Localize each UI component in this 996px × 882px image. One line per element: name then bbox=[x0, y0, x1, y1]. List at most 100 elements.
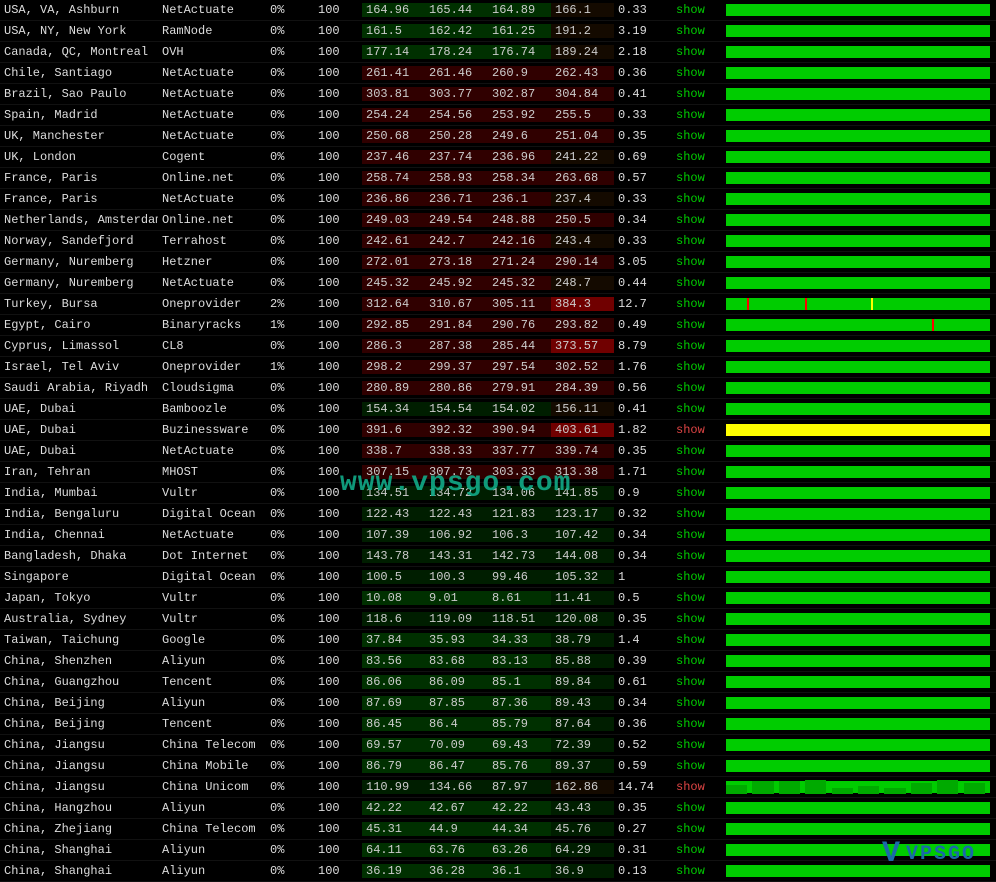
last-cell: 134.51 bbox=[362, 486, 425, 500]
show-link[interactable]: show bbox=[672, 66, 720, 80]
last-cell: 272.01 bbox=[362, 255, 425, 269]
show-link[interactable]: show bbox=[672, 87, 720, 101]
show-link[interactable]: show bbox=[672, 360, 720, 374]
show-link[interactable]: show bbox=[672, 822, 720, 836]
avg-cell: 100.3 bbox=[425, 570, 488, 584]
worst-cell: 89.84 bbox=[551, 675, 614, 689]
location-cell: UAE, Dubai bbox=[0, 402, 158, 416]
show-link[interactable]: show bbox=[672, 738, 720, 752]
show-link[interactable]: show bbox=[672, 507, 720, 521]
last-cell: 64.11 bbox=[362, 843, 425, 857]
show-link[interactable]: show bbox=[672, 108, 720, 122]
logo-v-icon: V bbox=[882, 837, 902, 871]
show-link[interactable]: show bbox=[672, 318, 720, 332]
avg-cell: 303.77 bbox=[425, 87, 488, 101]
show-link[interactable]: show bbox=[672, 612, 720, 626]
show-link[interactable]: show bbox=[672, 465, 720, 479]
show-link[interactable]: show bbox=[672, 780, 720, 794]
show-link[interactable]: show bbox=[672, 864, 720, 878]
provider-cell: NetActuate bbox=[158, 444, 266, 458]
last-cell: 298.2 bbox=[362, 360, 425, 374]
worst-cell: 302.52 bbox=[551, 360, 614, 374]
show-link[interactable]: show bbox=[672, 297, 720, 311]
last-cell: 286.3 bbox=[362, 339, 425, 353]
table-row: China, JiangsuChina Mobile0%10086.7986.4… bbox=[0, 756, 996, 777]
avg-cell: 261.46 bbox=[425, 66, 488, 80]
show-link[interactable]: show bbox=[672, 759, 720, 773]
sent-cell: 100 bbox=[314, 150, 362, 164]
show-link[interactable]: show bbox=[672, 717, 720, 731]
sent-cell: 100 bbox=[314, 234, 362, 248]
provider-cell: Cogent bbox=[158, 150, 266, 164]
show-link[interactable]: show bbox=[672, 402, 720, 416]
show-link[interactable]: show bbox=[672, 192, 720, 206]
show-link[interactable]: show bbox=[672, 591, 720, 605]
sparkline bbox=[726, 318, 990, 332]
sent-cell: 100 bbox=[314, 486, 362, 500]
show-link[interactable]: show bbox=[672, 234, 720, 248]
worst-cell: 243.4 bbox=[551, 234, 614, 248]
best-cell: 242.16 bbox=[488, 234, 551, 248]
sent-cell: 100 bbox=[314, 129, 362, 143]
provider-cell: China Unicom bbox=[158, 780, 266, 794]
last-cell: 86.06 bbox=[362, 675, 425, 689]
provider-cell: Digital Ocean bbox=[158, 570, 266, 584]
stdev-cell: 0.32 bbox=[614, 507, 672, 521]
show-link[interactable]: show bbox=[672, 570, 720, 584]
stdev-cell: 0.41 bbox=[614, 87, 672, 101]
sent-cell: 100 bbox=[314, 675, 362, 689]
loss-cell: 0% bbox=[266, 759, 314, 773]
table-row: China, BeijingAliyun0%10087.6987.8587.36… bbox=[0, 693, 996, 714]
table-row: USA, VA, AshburnNetActuate0%100164.96165… bbox=[0, 0, 996, 21]
show-link[interactable]: show bbox=[672, 213, 720, 227]
avg-cell: 86.4 bbox=[425, 717, 488, 731]
show-link[interactable]: show bbox=[672, 843, 720, 857]
last-cell: 312.64 bbox=[362, 297, 425, 311]
show-link[interactable]: show bbox=[672, 528, 720, 542]
show-link[interactable]: show bbox=[672, 423, 720, 437]
loss-cell: 0% bbox=[266, 864, 314, 878]
show-link[interactable]: show bbox=[672, 801, 720, 815]
sparkline bbox=[726, 570, 990, 584]
show-link[interactable]: show bbox=[672, 255, 720, 269]
show-link[interactable]: show bbox=[672, 129, 720, 143]
avg-cell: 249.54 bbox=[425, 213, 488, 227]
best-cell: 36.1 bbox=[488, 864, 551, 878]
show-link[interactable]: show bbox=[672, 171, 720, 185]
provider-cell: MHOST bbox=[158, 465, 266, 479]
best-cell: 303.33 bbox=[488, 465, 551, 479]
show-link[interactable]: show bbox=[672, 654, 720, 668]
best-cell: 337.77 bbox=[488, 444, 551, 458]
worst-cell: 11.41 bbox=[551, 591, 614, 605]
show-link[interactable]: show bbox=[672, 24, 720, 38]
show-link[interactable]: show bbox=[672, 339, 720, 353]
last-cell: 118.6 bbox=[362, 612, 425, 626]
show-link[interactable]: show bbox=[672, 549, 720, 563]
location-cell: China, Zhejiang bbox=[0, 822, 158, 836]
location-cell: Japan, Tokyo bbox=[0, 591, 158, 605]
show-link[interactable]: show bbox=[672, 675, 720, 689]
best-cell: 285.44 bbox=[488, 339, 551, 353]
show-link[interactable]: show bbox=[672, 150, 720, 164]
last-cell: 154.34 bbox=[362, 402, 425, 416]
show-link[interactable]: show bbox=[672, 381, 720, 395]
show-link[interactable]: show bbox=[672, 444, 720, 458]
location-cell: Iran, Tehran bbox=[0, 465, 158, 479]
loss-cell: 0% bbox=[266, 633, 314, 647]
location-cell: Israel, Tel Aviv bbox=[0, 360, 158, 374]
worst-cell: 85.88 bbox=[551, 654, 614, 668]
location-cell: China, Jiangsu bbox=[0, 738, 158, 752]
avg-cell: 63.76 bbox=[425, 843, 488, 857]
show-link[interactable]: show bbox=[672, 486, 720, 500]
provider-cell: Vultr bbox=[158, 486, 266, 500]
show-link[interactable]: show bbox=[672, 633, 720, 647]
best-cell: 248.88 bbox=[488, 213, 551, 227]
last-cell: 45.31 bbox=[362, 822, 425, 836]
show-link[interactable]: show bbox=[672, 3, 720, 17]
show-link[interactable]: show bbox=[672, 696, 720, 710]
show-link[interactable]: show bbox=[672, 276, 720, 290]
sparkline bbox=[726, 45, 990, 59]
stdev-cell: 0.52 bbox=[614, 738, 672, 752]
show-link[interactable]: show bbox=[672, 45, 720, 59]
provider-cell: Online.net bbox=[158, 171, 266, 185]
